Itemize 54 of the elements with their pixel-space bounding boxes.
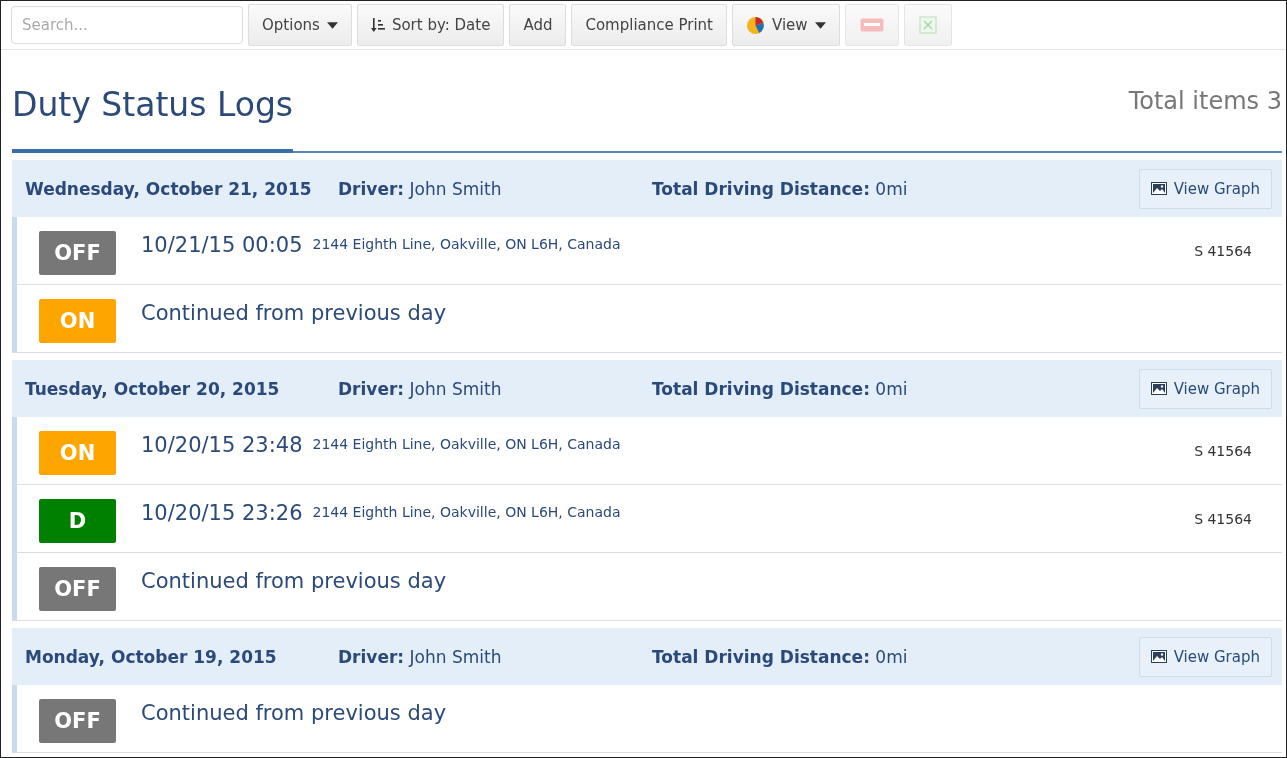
- search-field[interactable]: Search...: [11, 6, 243, 44]
- view-graph-button[interactable]: View Graph: [1138, 636, 1272, 677]
- excel-export-button[interactable]: [903, 4, 952, 46]
- log-entry[interactable]: ON 10/20/15 23:48 2144 Eighth Line, Oakville, ON L6H, Canada S 41564: [12, 417, 1282, 485]
- pie-chart-icon: [746, 15, 765, 35]
- continued-note: Continued from previous day: [141, 568, 447, 593]
- log-address: 2144 Eighth Line, Oakville, ON L6H, Canada: [312, 503, 622, 520]
- driver-info: Driver: John Smith: [338, 646, 503, 667]
- log-time: 10/21/15 00:05: [141, 232, 303, 257]
- log-entry[interactable]: ON Continued from previous day: [12, 285, 1282, 353]
- duty-status-badge: OFF: [39, 230, 116, 275]
- view-graph-button[interactable]: View Graph: [1138, 368, 1272, 409]
- duty-status-badge: D: [39, 498, 116, 543]
- view-button[interactable]: View: [732, 4, 840, 46]
- log-entry[interactable]: D 10/20/15 23:26 2144 Eighth Line, Oakville, ON L6H, Canada S 41564: [12, 485, 1282, 553]
- log-entry[interactable]: OFF Continued from previous day: [12, 553, 1282, 621]
- log-time: 10/20/15 23:48: [141, 432, 303, 457]
- duty-status-badge: OFF: [39, 566, 116, 611]
- driving-distance: Total Driving Distance: 0mi: [652, 378, 909, 399]
- page-title: Duty Status Logs: [12, 51, 294, 153]
- log-date: Wednesday, October 21, 2015: [25, 178, 313, 199]
- toolbar-button[interactable]: Add: [509, 4, 567, 46]
- picture-icon: [1150, 182, 1167, 195]
- picture-icon: [1150, 382, 1167, 395]
- log-time: 10/20/15 23:26: [141, 500, 303, 525]
- driving-distance: Total Driving Distance: 0mi: [652, 646, 909, 667]
- toolbar-button[interactable]: Compliance Print: [571, 4, 727, 46]
- log-date: Tuesday, October 20, 2015: [25, 378, 281, 399]
- log-reference: S 41564: [1194, 442, 1252, 459]
- log-address: 2144 Eighth Line, Oakville, ON L6H, Canada: [312, 435, 622, 452]
- duty-status-badge: ON: [39, 298, 116, 343]
- options-button[interactable]: Options: [248, 4, 352, 46]
- driver-info: Driver: John Smith: [338, 178, 503, 199]
- continued-note: Continued from previous day: [141, 700, 447, 725]
- driver-info: Driver: John Smith: [338, 378, 503, 399]
- caret-icon: [326, 21, 338, 29]
- continued-note: Continued from previous day: [141, 300, 447, 325]
- caret-icon: [814, 21, 826, 29]
- sort-button[interactable]: Sort by: Date: [356, 4, 505, 46]
- log-reference: S 41564: [1194, 510, 1252, 527]
- log-reference: S 41564: [1194, 242, 1252, 259]
- sort-icon: [370, 17, 385, 33]
- log-address: 2144 Eighth Line, Oakville, ON L6H, Canada: [312, 235, 622, 252]
- duty-status-badge: OFF: [39, 698, 116, 743]
- driving-distance: Total Driving Distance: 0mi: [652, 178, 909, 199]
- picture-icon: [1150, 650, 1167, 663]
- log-date: Monday, October 19, 2015: [25, 646, 278, 667]
- spreadsheet-icon: [918, 16, 937, 34]
- total-items-count: Total items 3: [1128, 86, 1282, 115]
- log-entry[interactable]: OFF 10/21/15 00:05 2144 Eighth Line, Oakville, ON L6H, Canada S 41564: [12, 217, 1282, 285]
- duty-status-badge: ON: [39, 430, 116, 475]
- view-graph-button[interactable]: View Graph: [1138, 168, 1272, 209]
- log-entry[interactable]: OFF Continued from previous day: [12, 685, 1282, 753]
- pdf-export-button[interactable]: [844, 4, 899, 46]
